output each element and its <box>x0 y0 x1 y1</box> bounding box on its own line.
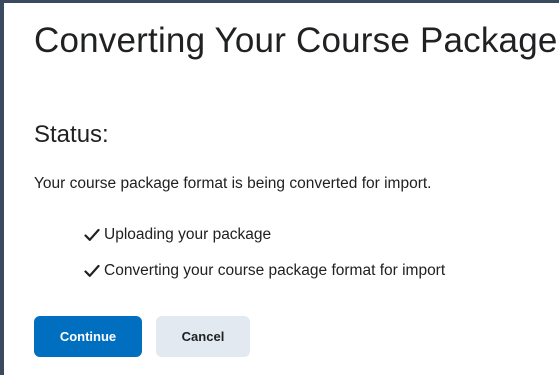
progress-step-label: Converting your course package format fo… <box>104 262 446 279</box>
continue-button[interactable]: Continue <box>34 316 142 357</box>
cancel-button[interactable]: Cancel <box>156 316 250 357</box>
check-icon <box>84 264 100 278</box>
dialog-frame: Converting Your Course Package Status: Y… <box>0 0 559 375</box>
check-icon <box>84 228 100 242</box>
progress-step-convert: Converting your course package format fo… <box>84 260 445 282</box>
page-title: Converting Your Course Package <box>34 21 558 60</box>
progress-step-label: Uploading your package <box>104 226 272 243</box>
progress-step-upload: Uploading your package <box>84 224 445 246</box>
progress-step-list: Uploading your package Converting your c… <box>84 224 445 296</box>
status-message: Your course package format is being conv… <box>34 175 432 192</box>
status-heading: Status: <box>34 121 109 148</box>
